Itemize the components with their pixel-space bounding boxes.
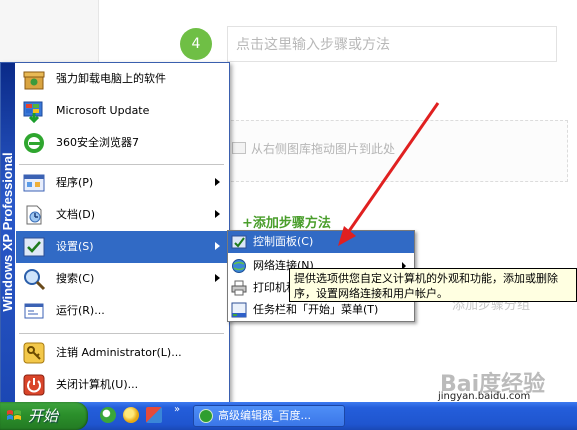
start-menu-side-band: Windows XP Professional xyxy=(0,63,15,403)
documents-icon xyxy=(26,205,42,225)
search-icon xyxy=(24,269,46,291)
menu-item-programs[interactable]: 程序(P) xyxy=(16,167,228,199)
submenu-arrow-icon xyxy=(215,274,220,282)
360-icon[interactable] xyxy=(123,407,139,423)
tooltip-line-1: 提供选项供您自定义计算机的外观和功能，添加或删除 xyxy=(294,272,558,285)
menu-item-settings[interactable]: 设置(S) xyxy=(16,231,228,263)
ie-icon[interactable] xyxy=(100,407,116,423)
programs-icon xyxy=(23,174,45,192)
browser-360-icon xyxy=(24,133,44,153)
submenu-arrow-icon xyxy=(215,178,220,186)
menu-item-360-browser[interactable]: 360安全浏览器7 xyxy=(16,127,228,159)
watermark-url: jingyan.baidu.com xyxy=(438,391,531,402)
windows-flag-icon xyxy=(7,410,21,420)
control-panel-icon xyxy=(231,235,247,249)
menu-item-label: 360安全浏览器7 xyxy=(56,136,139,149)
settings-icon xyxy=(23,237,45,257)
submenu-item-control-panel[interactable]: 控制面板(C) xyxy=(228,231,414,253)
power-icon xyxy=(23,374,45,396)
quick-launch-chevron-icon[interactable]: » xyxy=(174,404,180,415)
menu-item-label: 设置(S) xyxy=(56,240,94,253)
menu-item-search[interactable]: 搜索(C) xyxy=(16,263,228,295)
menu-separator xyxy=(19,333,224,334)
side-band-text: Windows XP Professional xyxy=(0,152,15,312)
step-number-badge: 4 xyxy=(180,28,212,60)
step-input[interactable]: 点击这里输入步骤或方法 xyxy=(227,26,557,62)
taskbar-icon xyxy=(231,302,247,318)
menu-item-microsoft-update[interactable]: Microsoft Update xyxy=(16,95,228,127)
menu-separator xyxy=(19,164,224,165)
menu-item-label: 运行(R)... xyxy=(56,304,105,317)
image-icon xyxy=(232,142,246,154)
tooltip-line-2: 序，设置网络连接和用户帐户。 xyxy=(294,287,448,300)
image-drop-hint-text: 从右侧图库拖动图片到此处 xyxy=(251,142,396,156)
menu-item-label: 关闭计算机(U)... xyxy=(56,378,139,391)
start-menu: Windows XP Professional 强力卸载电脑上的软件 Micro… xyxy=(0,62,230,404)
taskbar-button-editor[interactable]: 高级编辑器_百度... xyxy=(193,405,345,427)
uninstall-box-icon xyxy=(23,71,45,90)
menu-item-label: 搜索(C) xyxy=(56,272,95,285)
submenu-item-label: 控制面板(C) xyxy=(253,235,314,248)
add-step-link[interactable]: +添加步骤方法 xyxy=(242,212,331,231)
menu-item-uninstaller[interactable]: 强力卸载电脑上的软件 xyxy=(16,63,228,95)
menu-item-label: 程序(P) xyxy=(56,176,94,189)
submenu-item-taskbar[interactable]: 任务栏和「开始」菜单(T) xyxy=(228,299,414,321)
image-drop-hint: 从右侧图库拖动图片到此处 xyxy=(232,140,395,157)
submenu-arrow-icon xyxy=(215,242,220,250)
menu-item-shutdown[interactable]: 关闭计算机(U)... xyxy=(16,369,228,401)
menu-item-label: 文档(D) xyxy=(56,208,96,221)
start-button-label: 开始 xyxy=(28,407,59,425)
windows-update-icon xyxy=(23,101,43,123)
menu-item-label: 注销 Administrator(L)... xyxy=(56,346,182,359)
menu-item-run[interactable]: 运行(R)... xyxy=(16,295,228,327)
submenu-item-label: 任务栏和「开始」菜单(T) xyxy=(253,303,379,316)
submenu-arrow-icon xyxy=(215,210,220,218)
menu-item-documents[interactable]: 文档(D) xyxy=(16,199,228,231)
start-button[interactable]: 开始 xyxy=(0,402,88,430)
run-icon xyxy=(24,303,44,319)
taskbar-button-label: 高级编辑器_百度... xyxy=(218,409,311,422)
browser-360-icon xyxy=(199,409,213,423)
printer-icon xyxy=(231,280,247,296)
control-panel-tooltip: 提供选项供您自定义计算机的外观和功能，添加或删除 序，设置网络连接和用户帐户。 xyxy=(289,268,577,302)
menu-item-logoff[interactable]: 注销 Administrator(L)... xyxy=(16,337,228,369)
network-icon xyxy=(232,259,246,273)
show-desktop-icon[interactable] xyxy=(146,407,162,423)
menu-item-label: Microsoft Update xyxy=(56,104,150,117)
logoff-key-icon xyxy=(23,342,45,364)
menu-item-label: 强力卸载电脑上的软件 xyxy=(56,72,166,85)
